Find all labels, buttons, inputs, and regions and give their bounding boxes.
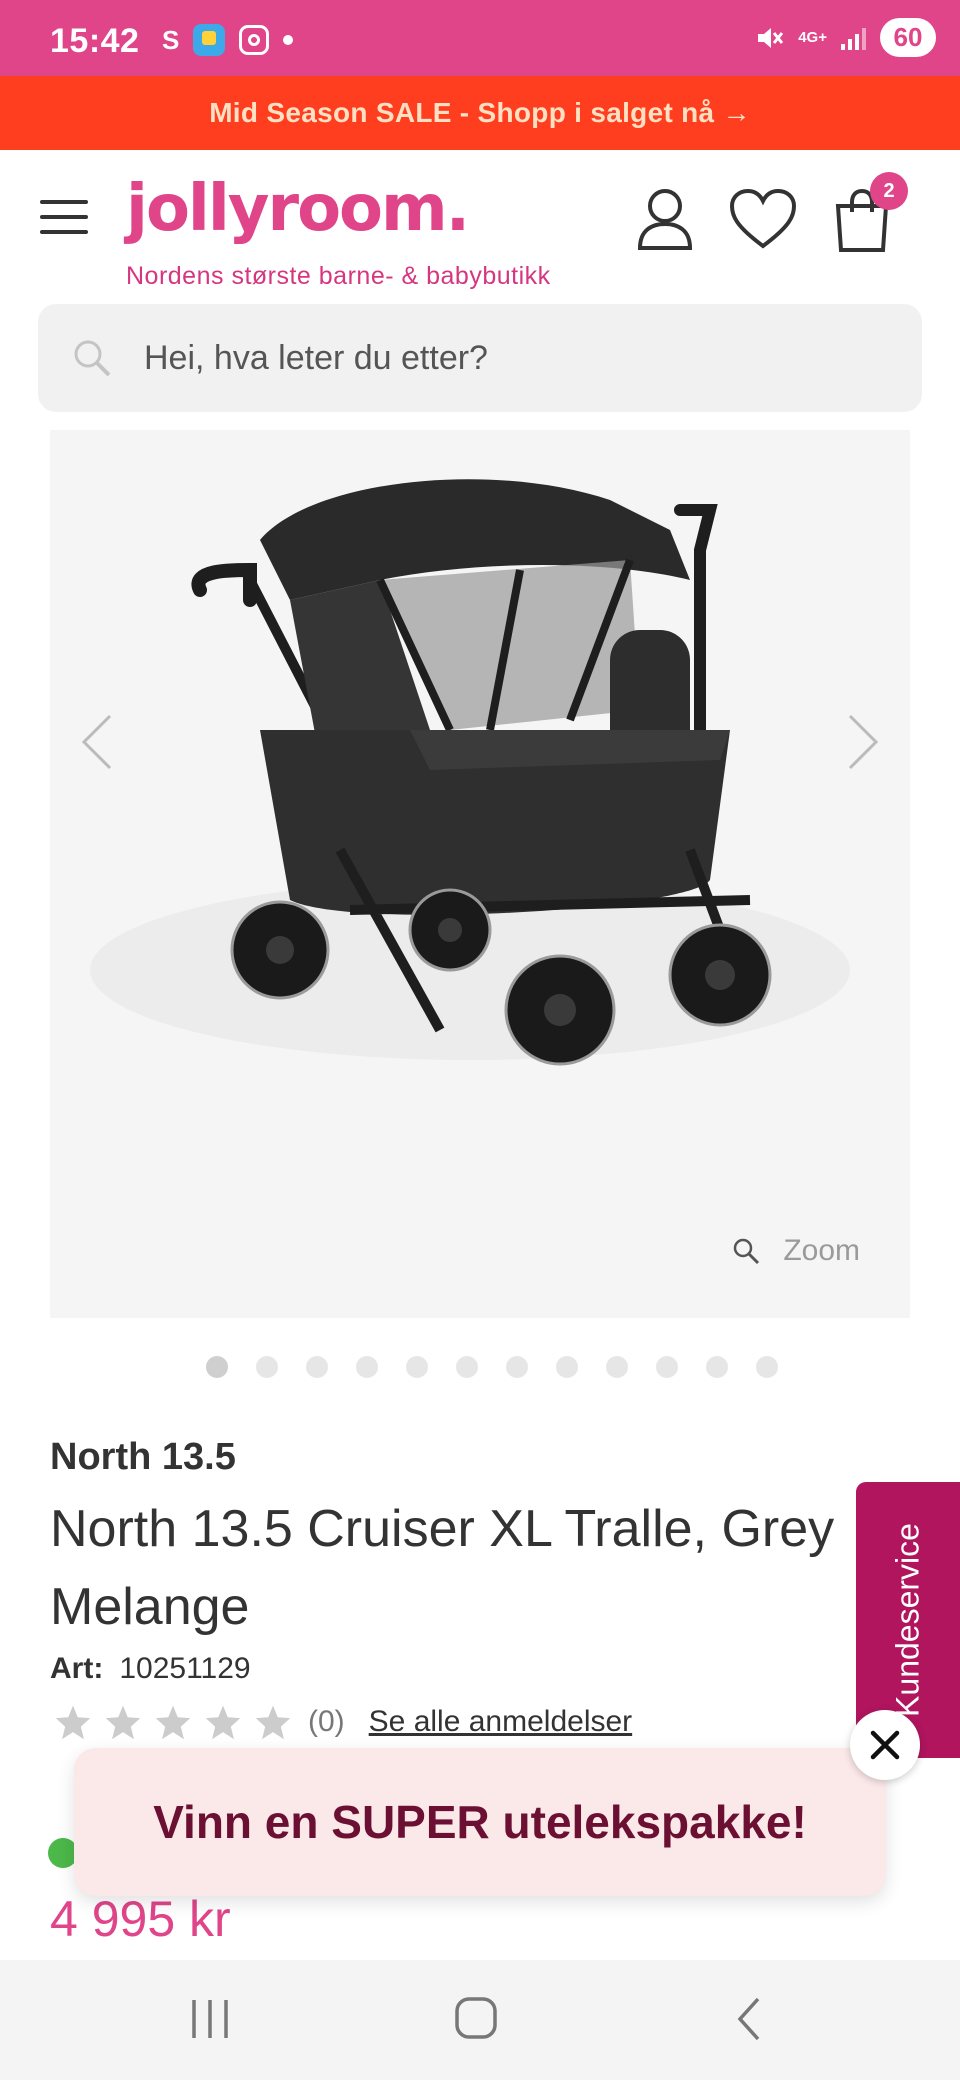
star-icon [55, 1705, 91, 1740]
promo-popup[interactable]: Vinn en SUPER utelekspakke! [74, 1748, 886, 1896]
status-icons-right: 4G+ 60 [754, 18, 936, 57]
user-icon[interactable] [636, 188, 694, 250]
tagline: Nordens største barne- & babybutikk [126, 262, 551, 290]
close-icon [870, 1730, 900, 1760]
back-icon[interactable] [728, 1994, 772, 2044]
logo[interactable]: jollyroom. [126, 172, 470, 246]
gallery-dot[interactable] [306, 1356, 328, 1378]
product-price: 4 995 kr [50, 1891, 231, 1947]
zoom-label: Zoom [783, 1234, 860, 1267]
magnifier-icon [734, 1238, 760, 1265]
heart-icon[interactable] [728, 188, 798, 250]
promo-text: Mid Season SALE - Shopp i salget nå → [209, 97, 751, 128]
star-icon [205, 1705, 241, 1740]
recents-icon[interactable] [188, 1994, 232, 2044]
article-number: Art: 10251129 [50, 1652, 251, 1686]
mute-icon [758, 27, 784, 48]
rating-count: (0) [308, 1705, 345, 1738]
instagram-icon [239, 25, 270, 55]
zoom-button[interactable]: Zoom [731, 1234, 860, 1268]
gallery-dot[interactable] [756, 1356, 778, 1378]
product-title-line1: North 13.5 Cruiser XL Tralle, Grey [50, 1500, 835, 1558]
star-rating [54, 1704, 292, 1740]
status-time: 15:42 [50, 22, 140, 60]
gallery-dot[interactable] [556, 1356, 578, 1378]
search-icon [74, 340, 111, 377]
search-input[interactable] [144, 328, 884, 388]
star-icon [155, 1705, 191, 1740]
gallery-dot[interactable] [606, 1356, 628, 1378]
signal-icon [841, 26, 866, 50]
battery-icon: 60 [880, 18, 936, 57]
gallery-dot[interactable] [456, 1356, 478, 1378]
gallery-dot[interactable] [256, 1356, 278, 1378]
product-image [90, 479, 850, 1066]
cart-count-badge: 2 [870, 172, 908, 210]
app-icon [193, 24, 226, 56]
site-header: jollyroom. Nordens største barne- & baby… [0, 150, 960, 300]
gallery-dot[interactable] [506, 1356, 528, 1378]
star-icon [105, 1705, 141, 1740]
popup-text: Vinn en SUPER utelekspakke! [153, 1796, 807, 1848]
promo-banner[interactable]: Mid Season SALE - Shopp i salget nå → [0, 76, 960, 150]
gallery-dot[interactable] [656, 1356, 678, 1378]
search-bar[interactable] [38, 304, 922, 412]
s-app-icon: S [162, 24, 180, 55]
network-label: 4G+ [798, 28, 827, 46]
home-icon[interactable] [454, 1994, 498, 2044]
rating-row: (0) Se alle anmeldelser [54, 1704, 632, 1740]
gallery-dot[interactable] [206, 1356, 228, 1378]
product-brand[interactable]: North 13.5 [50, 1436, 236, 1479]
gallery-dot[interactable] [706, 1356, 728, 1378]
article-label: Art: [50, 1652, 104, 1685]
star-icon [255, 1705, 291, 1740]
customer-service-label: Kundeservice [889, 1523, 926, 1717]
menu-icon[interactable] [40, 200, 88, 234]
product-image-gallery[interactable]: Zoom [50, 430, 910, 1318]
product-title: North 13.5 Cruiser XL Tralle, Grey Melan… [50, 1490, 950, 1646]
system-nav-bar [0, 1960, 960, 2080]
article-value: 10251129 [119, 1652, 251, 1685]
dot-icon [283, 35, 294, 45]
cart-button[interactable]: 2 [834, 172, 908, 252]
gallery-dot[interactable] [356, 1356, 378, 1378]
product-title-line2: Melange [50, 1578, 250, 1636]
popup-close-button[interactable] [850, 1710, 920, 1780]
status-bar: 15:42 S 4G+ 60 [0, 0, 960, 76]
status-icons-left: S [162, 24, 294, 56]
gallery-pagination [206, 1356, 778, 1378]
reviews-link[interactable]: Se alle anmeldelser [369, 1705, 632, 1739]
gallery-dot[interactable] [406, 1356, 428, 1378]
